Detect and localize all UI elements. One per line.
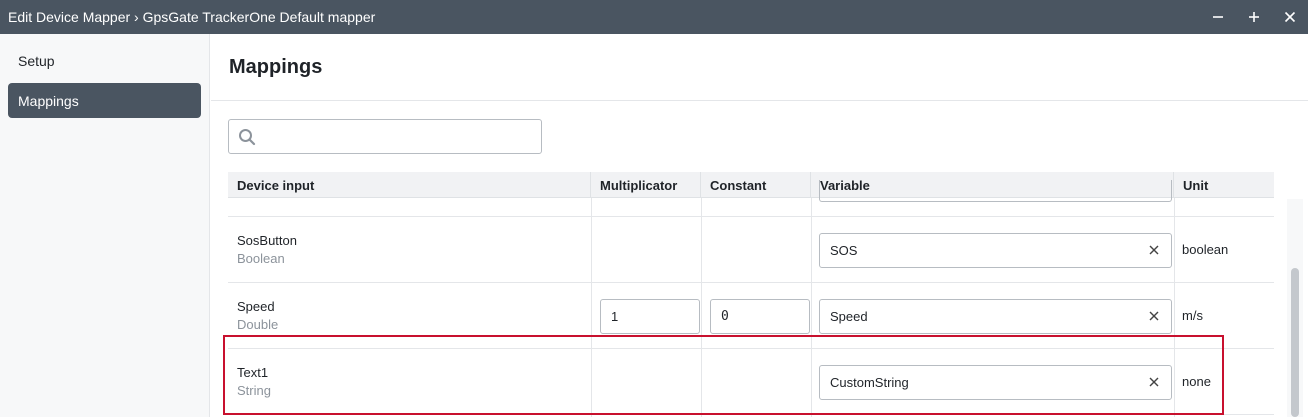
variable-field[interactable]: Speed	[819, 299, 1172, 334]
sidebar-item-mappings[interactable]: Mappings	[8, 83, 201, 118]
constant-value: 0	[721, 309, 729, 324]
column-header-unit[interactable]: Unit	[1174, 172, 1274, 198]
multiplicator-value: 1	[611, 309, 619, 324]
minimize-icon	[1213, 16, 1223, 18]
table-row: Speed Double 1 0 Speed m/s	[228, 283, 1274, 349]
device-input-type: Boolean	[237, 251, 285, 266]
scrollbar-thumb[interactable]	[1291, 268, 1299, 417]
variable-field[interactable]: SOS	[819, 233, 1172, 268]
maximize-button[interactable]	[1236, 0, 1272, 34]
variable-field-partial[interactable]	[819, 180, 1172, 202]
variable-value: Speed	[830, 309, 868, 324]
device-input-name: Speed	[237, 299, 275, 314]
close-icon	[1284, 11, 1296, 23]
variable-field[interactable]: CustomString	[819, 365, 1172, 400]
constant-field[interactable]: 0	[710, 299, 810, 334]
unit-value: m/s	[1182, 308, 1203, 323]
device-input-type: Double	[237, 317, 279, 332]
page-title: Mappings	[229, 56, 323, 78]
column-header-multiplicator[interactable]: Multiplicator	[591, 172, 701, 198]
table-row-partial	[228, 180, 1274, 217]
clear-icon[interactable]	[1147, 309, 1161, 323]
table-row: Text1 String CustomString none	[228, 349, 1274, 415]
header-divider	[211, 100, 1308, 101]
device-input-name: SosButton	[237, 233, 297, 248]
sidebar-item-label: Setup	[18, 52, 55, 69]
partial-row-text	[237, 190, 297, 200]
device-input-type: String	[237, 383, 271, 398]
minimize-button[interactable]	[1200, 0, 1236, 34]
unit-value: boolean	[1182, 242, 1229, 257]
multiplicator-field[interactable]: 1	[600, 299, 700, 334]
mappings-table: Device input Multiplicator Constant Vari…	[228, 172, 1274, 417]
close-button[interactable]	[1272, 0, 1308, 34]
window-titlebar: Edit Device Mapper › GpsGate TrackerOne …	[0, 0, 1308, 34]
main-panel: Mappings Device input Multiplicator Cons…	[211, 34, 1308, 417]
search-input[interactable]	[263, 124, 533, 149]
maximize-icon	[1249, 12, 1259, 22]
sidebar-item-label: Mappings	[18, 92, 79, 109]
window-title: Edit Device Mapper › GpsGate TrackerOne …	[8, 9, 376, 25]
unit-value: none	[1182, 374, 1211, 389]
column-header-constant[interactable]: Constant	[701, 172, 811, 198]
clear-icon[interactable]	[1147, 243, 1161, 257]
variable-value: CustomString	[830, 375, 909, 390]
search-icon	[239, 129, 256, 146]
table-row: SosButton Boolean SOS boolean	[228, 217, 1274, 283]
sidebar: Setup Mappings	[0, 34, 210, 417]
search-box[interactable]	[228, 119, 542, 154]
clear-icon[interactable]	[1147, 375, 1161, 389]
sidebar-item-setup[interactable]: Setup	[8, 43, 201, 78]
variable-value: SOS	[830, 243, 858, 258]
device-input-name: Text1	[237, 365, 269, 380]
